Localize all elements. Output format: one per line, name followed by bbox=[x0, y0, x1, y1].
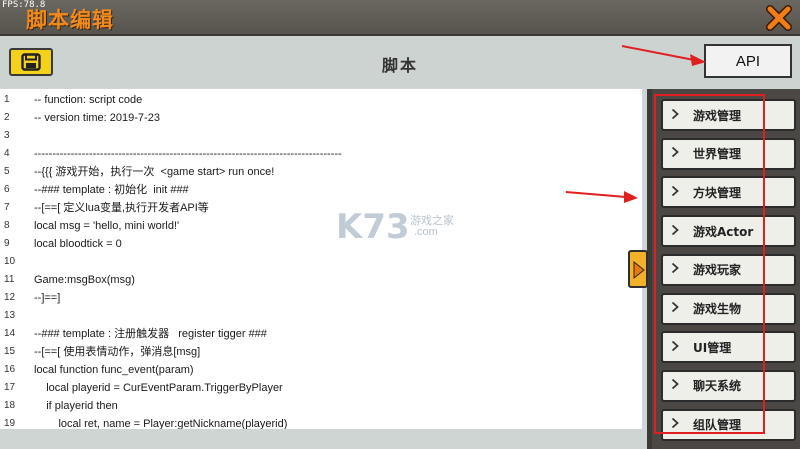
line-text: --[==[ 使用表情动作，弹消息[msg] bbox=[34, 346, 201, 358]
line-text: local playerid = CurEventParam.TriggerBy… bbox=[34, 382, 283, 394]
line-number: 8 bbox=[4, 220, 10, 231]
code-line[interactable]: 19 local ret, name = Player:getNickname(… bbox=[0, 415, 642, 429]
code-line[interactable]: 5 --{{{ 游戏开始，执行一次 <game start> run once! bbox=[0, 163, 642, 181]
line-text: --### template : 注册触发器 register tigger #… bbox=[34, 328, 267, 340]
triangle-right-icon bbox=[633, 261, 645, 279]
line-text: local bloodtick = 0 bbox=[34, 238, 122, 250]
line-number: 15 bbox=[4, 346, 16, 357]
line-number: 4 bbox=[4, 148, 10, 159]
code-line[interactable]: 11 Game:msgBox(msg) bbox=[0, 271, 642, 289]
line-number: 13 bbox=[4, 310, 16, 321]
line-number: 12 bbox=[4, 292, 16, 303]
line-number: 1 bbox=[4, 94, 10, 105]
code-line[interactable]: 8 local msg = 'hello, mini world!' bbox=[0, 217, 642, 235]
line-text: Game:msgBox(msg) bbox=[34, 274, 135, 286]
line-text: --]==] bbox=[34, 292, 61, 304]
annotation-arrow-panel-icon bbox=[565, 191, 638, 203]
api-button[interactable]: API bbox=[704, 44, 792, 78]
line-text: --### template : 初始化 init ### bbox=[34, 184, 189, 196]
line-number: 18 bbox=[4, 400, 16, 411]
line-text: local msg = 'hello, mini world!' bbox=[34, 220, 180, 232]
line-text: -- version time: 2019-7-23 bbox=[34, 112, 160, 124]
code-line[interactable]: 3 bbox=[0, 127, 642, 145]
line-text: local ret, name = Player:getNickname(pla… bbox=[34, 418, 288, 429]
close-button[interactable] bbox=[765, 4, 793, 32]
line-number: 2 bbox=[4, 112, 10, 123]
line-number: 19 bbox=[4, 418, 16, 429]
code-line[interactable]: 14 --### template : 注册触发器 register tigger… bbox=[0, 325, 642, 343]
annotation-arrow-api-icon bbox=[621, 45, 706, 66]
line-number: 10 bbox=[4, 256, 16, 267]
close-icon bbox=[766, 5, 792, 31]
line-number: 17 bbox=[4, 382, 16, 393]
line-text: if playerid then bbox=[34, 400, 118, 412]
code-line[interactable]: 15 --[==[ 使用表情动作，弹消息[msg] bbox=[0, 343, 642, 361]
line-text: -- function: script code bbox=[34, 94, 143, 106]
code-line[interactable]: 10 bbox=[0, 253, 642, 271]
annotation-highlight-box bbox=[654, 94, 765, 434]
code-line[interactable]: 12 --]==] bbox=[0, 289, 642, 307]
svg-text:K73: K73 bbox=[336, 207, 410, 247]
watermark-domain: .com bbox=[414, 226, 438, 238]
code-line[interactable]: 4 ---------------------------------------… bbox=[0, 145, 642, 163]
line-text: local function func_event(param) bbox=[34, 364, 194, 376]
line-number: 11 bbox=[4, 274, 15, 285]
line-number: 5 bbox=[4, 166, 10, 177]
line-number: 6 bbox=[4, 184, 10, 195]
line-number: 7 bbox=[4, 202, 10, 213]
panel-collapse-button[interactable] bbox=[628, 250, 648, 288]
line-number: 9 bbox=[4, 238, 10, 249]
code-line[interactable]: 6 --### template : 初始化 init ### bbox=[0, 181, 642, 199]
title-bar: FPS:78.8 脚本编辑 bbox=[0, 0, 800, 36]
line-text: ----------------------------------------… bbox=[34, 148, 342, 160]
code-line[interactable]: 2 -- version time: 2019-7-23 bbox=[0, 109, 642, 127]
line-number: 14 bbox=[4, 328, 16, 339]
line-number: 3 bbox=[4, 130, 10, 141]
code-line[interactable]: 17 local playerid = CurEventParam.Trigge… bbox=[0, 379, 642, 397]
window-title: 脚本编辑 bbox=[26, 8, 114, 32]
code-line[interactable]: 18 if playerid then bbox=[0, 397, 642, 415]
code-line[interactable]: 9 local bloodtick = 0 bbox=[0, 235, 642, 253]
line-number: 16 bbox=[4, 364, 16, 375]
code-line[interactable]: 1 -- function: script code bbox=[0, 91, 642, 109]
line-text: --[==[ 定义lua变量,执行开发者API等 bbox=[34, 202, 209, 214]
code-line[interactable]: 7 --[==[ 定义lua变量,执行开发者API等 bbox=[0, 199, 642, 217]
line-text: --{{{ 游戏开始，执行一次 <game start> run once! bbox=[34, 166, 275, 178]
code-line[interactable]: 16 local function func_event(param) bbox=[0, 361, 642, 379]
code-line[interactable]: 13 bbox=[0, 307, 642, 325]
script-editor[interactable]: 1 -- function: script code 2 -- version tim… bbox=[0, 89, 642, 429]
